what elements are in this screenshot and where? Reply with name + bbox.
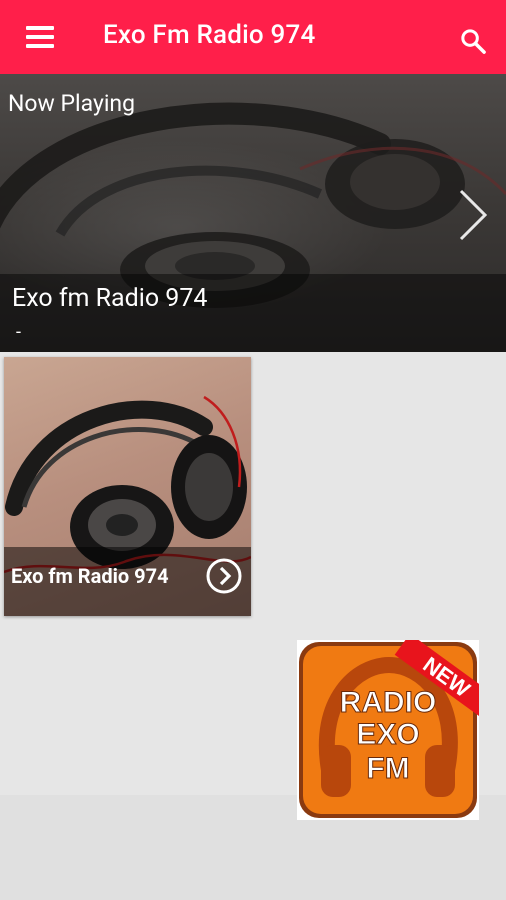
now-playing-banner[interactable]: Now Playing Exo fm Radio 974 - — [0, 74, 506, 352]
app-icon-ad[interactable]: NEW RADIO EXO FM — [297, 633, 499, 820]
app-title: Exo Fm Radio 974 — [103, 20, 316, 50]
logo-line-3: FM — [366, 752, 409, 785]
logo-line-2: EXO — [356, 718, 419, 751]
now-playing-subtitle: - — [16, 322, 21, 343]
now-playing-station: Exo fm Radio 974 — [12, 284, 208, 313]
radio-exo-fm-logo: NEW RADIO EXO FM — [299, 633, 499, 818]
menu-icon[interactable] — [26, 26, 54, 48]
now-playing-info: Exo fm Radio 974 - — [0, 274, 506, 352]
now-playing-label: Now Playing — [8, 90, 136, 117]
logo-line-1: RADIO — [340, 686, 437, 719]
app-bar: Exo Fm Radio 974 — [0, 0, 506, 74]
station-card-title: Exo fm Radio 974 — [11, 564, 169, 588]
chevron-right-icon[interactable] — [455, 187, 491, 243]
play-circle-icon[interactable] — [205, 557, 243, 595]
station-card-bar: Exo fm Radio 974 — [4, 547, 251, 616]
station-card[interactable]: Exo fm Radio 974 — [4, 357, 251, 616]
search-icon[interactable] — [459, 27, 487, 55]
